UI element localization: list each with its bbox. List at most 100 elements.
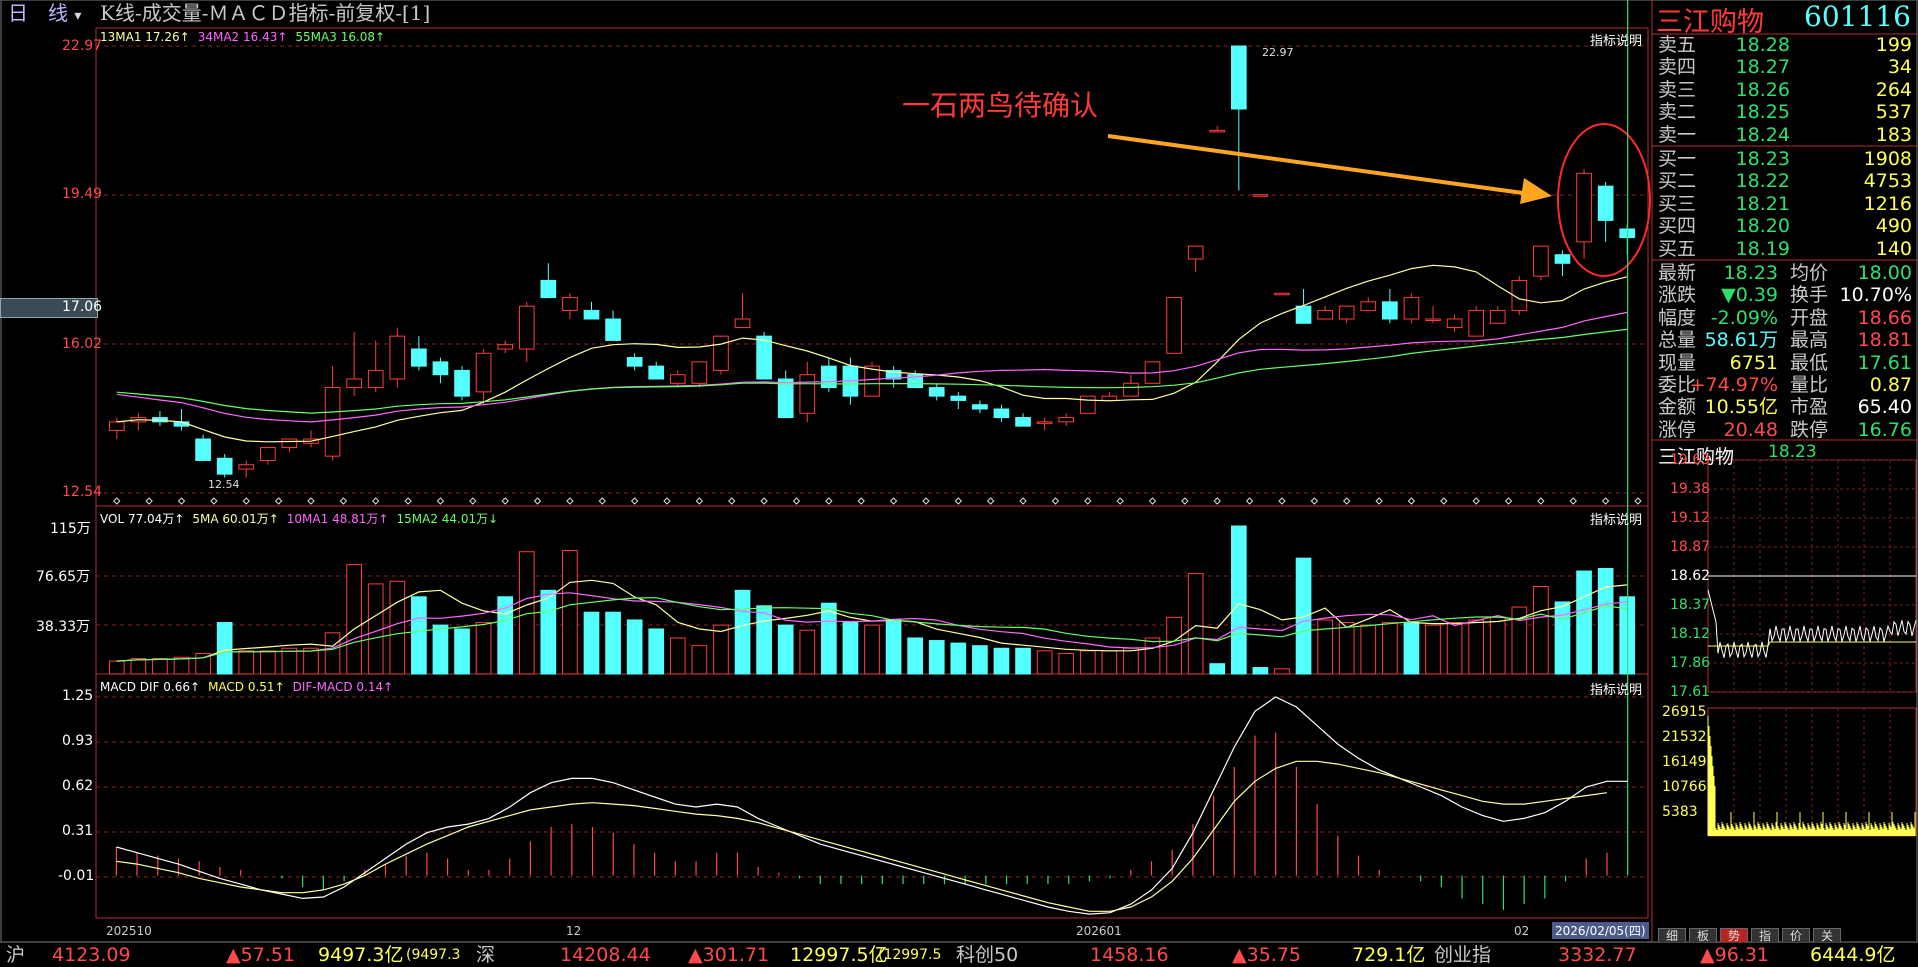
order-book-row[interactable]: 卖一 18.24 183: [1652, 124, 1918, 146]
marker-diamond: [177, 497, 186, 505]
candle-down: [1015, 417, 1031, 427]
indicator-help-button-macd[interactable]: 指标说明: [1590, 679, 1642, 698]
marker-diamond: [1407, 497, 1416, 505]
intraday-volume-label: 21532: [1662, 729, 1707, 745]
candle-up: [1079, 395, 1096, 414]
volume-series: [108, 525, 1636, 675]
candle-up: [108, 421, 125, 431]
order-label: 买二: [1658, 170, 1697, 193]
candle-down: [1597, 185, 1614, 221]
volume-bar-up: [1036, 650, 1053, 675]
stat-label: 现量: [1658, 351, 1697, 374]
marker-diamond: [404, 497, 412, 505]
legend-item: 15MA2 44.01万↓: [396, 512, 499, 526]
candle-down: [993, 408, 1010, 419]
marker-diamond: [501, 497, 509, 505]
volume-bar-up: [1468, 619, 1485, 675]
volume-bar-up: [130, 658, 147, 675]
intraday-volume-label: 16149: [1662, 754, 1707, 770]
candle-up: [1209, 129, 1226, 133]
ticker-item: 1458.16: [1090, 944, 1169, 966]
stat-value: 6751: [1729, 351, 1778, 374]
order-book-row[interactable]: 卖四 18.27 34: [1652, 56, 1918, 78]
order-volume: 1216: [1863, 192, 1912, 215]
order-book-row[interactable]: 卖三 18.26 264: [1652, 79, 1918, 101]
order-book-row[interactable]: 买四 18.20 490: [1652, 215, 1918, 237]
volume-bar-down: [756, 605, 772, 675]
volume-bar-down: [540, 589, 557, 675]
indicator-help-button[interactable]: 指标说明: [1590, 30, 1642, 49]
order-label: 买四: [1658, 215, 1697, 238]
marker-diamond: [922, 497, 930, 505]
stat-label: 最低: [1790, 351, 1829, 374]
volume-bar-up: [281, 647, 298, 675]
marker-diamond: [598, 497, 606, 505]
stat-label: 换手: [1790, 284, 1829, 307]
macd-legend: MACD DIF 0.66↑ MACD 0.51↑ DIF-MACD 0.14↑: [100, 680, 401, 694]
marker-diamond: [145, 497, 153, 505]
volume-bar-down: [1209, 663, 1226, 675]
vol-y-label: 38.33万: [36, 619, 91, 635]
y-label-low: 12.54: [62, 484, 103, 500]
order-volume: 4753: [1863, 170, 1912, 193]
order-volume: 183: [1875, 123, 1912, 146]
volume-bar-down: [1015, 647, 1031, 675]
y-label: 16.02: [62, 336, 103, 352]
stat-value: 20.48: [1723, 418, 1778, 441]
stat-value: 58.61万: [1704, 329, 1778, 352]
candle-down: [950, 395, 967, 401]
candle-up: [1468, 309, 1485, 337]
ticker-item: 4123.09: [52, 944, 131, 966]
volume-bar-down: [907, 637, 923, 675]
legend-item: 34MA2 16.43↑: [197, 30, 288, 44]
candle-up: [259, 447, 276, 461]
marker-diamond: [1084, 497, 1092, 505]
candle-up: [734, 318, 751, 329]
high-price-marker: 22.97: [1262, 46, 1294, 59]
stat-value: 65.40: [1857, 396, 1912, 419]
volume-bar-up: [1533, 585, 1549, 675]
marker-diamond: [1051, 497, 1060, 505]
volume-bar-down: [734, 589, 751, 675]
volume-bar-down: [1230, 525, 1247, 675]
kline-chart-canvas[interactable]: [0, 0, 1918, 966]
volume-bar-up: [389, 580, 406, 675]
legend-item: DIF-MACD 0.14↑: [292, 680, 394, 694]
order-book-row[interactable]: 买五 18.19 140: [1652, 238, 1918, 260]
order-book-row[interactable]: 买二 18.22 4753: [1652, 170, 1918, 192]
marker-diamond: [1278, 497, 1286, 505]
ask-book: 卖五 18.28 199 卖四 18.27 34 卖三 18.26 264 卖二 18.25 537 卖…: [1652, 34, 1918, 146]
order-label: 买三: [1658, 192, 1697, 215]
order-price: 18.23: [1735, 148, 1790, 170]
legend-item: 55MA3 16.08↑: [295, 30, 386, 44]
marker-diamond: [1601, 497, 1610, 505]
stat-value: 18.66: [1857, 306, 1912, 329]
order-book-row[interactable]: 买三 18.21 1216: [1652, 193, 1918, 215]
order-book-row[interactable]: 卖五 18.28 199: [1652, 34, 1918, 56]
candle-up: [1576, 172, 1592, 243]
period-label: 日 线: [8, 1, 68, 25]
marker-diamond: [210, 497, 218, 505]
order-book-row[interactable]: 卖二 18.25 537: [1652, 101, 1918, 123]
indicator-help-button-volume[interactable]: 指标说明: [1590, 509, 1642, 528]
candle-down: [648, 365, 665, 380]
side-tabs: 细板势指价关: [1658, 925, 1844, 945]
order-price: 18.26: [1735, 78, 1790, 101]
candle-up: [389, 335, 406, 380]
period-selector[interactable]: 日 线 ▾: [8, 0, 81, 29]
stat-value: 10.70%: [1839, 284, 1912, 307]
intraday-price-label: 18.87: [1670, 539, 1711, 555]
quote-stat-row: 幅度 -2.09% 开盘 18.66: [1652, 307, 1918, 329]
volume-bar-up: [562, 549, 578, 675]
x-label: 202510: [106, 924, 152, 938]
volume-bar-down: [777, 624, 794, 675]
order-book-row[interactable]: 买一 18.23 1908: [1652, 148, 1918, 170]
marker-diamond: [533, 497, 542, 505]
intraday-price-label: 19.38: [1670, 481, 1711, 497]
marker-diamond: [1181, 497, 1189, 505]
candle-up: [475, 352, 492, 393]
macd-series: [115, 0, 1629, 915]
volume-bar-up: [1360, 624, 1377, 675]
order-price: 18.22: [1735, 170, 1790, 193]
volume-bar-up: [1338, 622, 1355, 675]
